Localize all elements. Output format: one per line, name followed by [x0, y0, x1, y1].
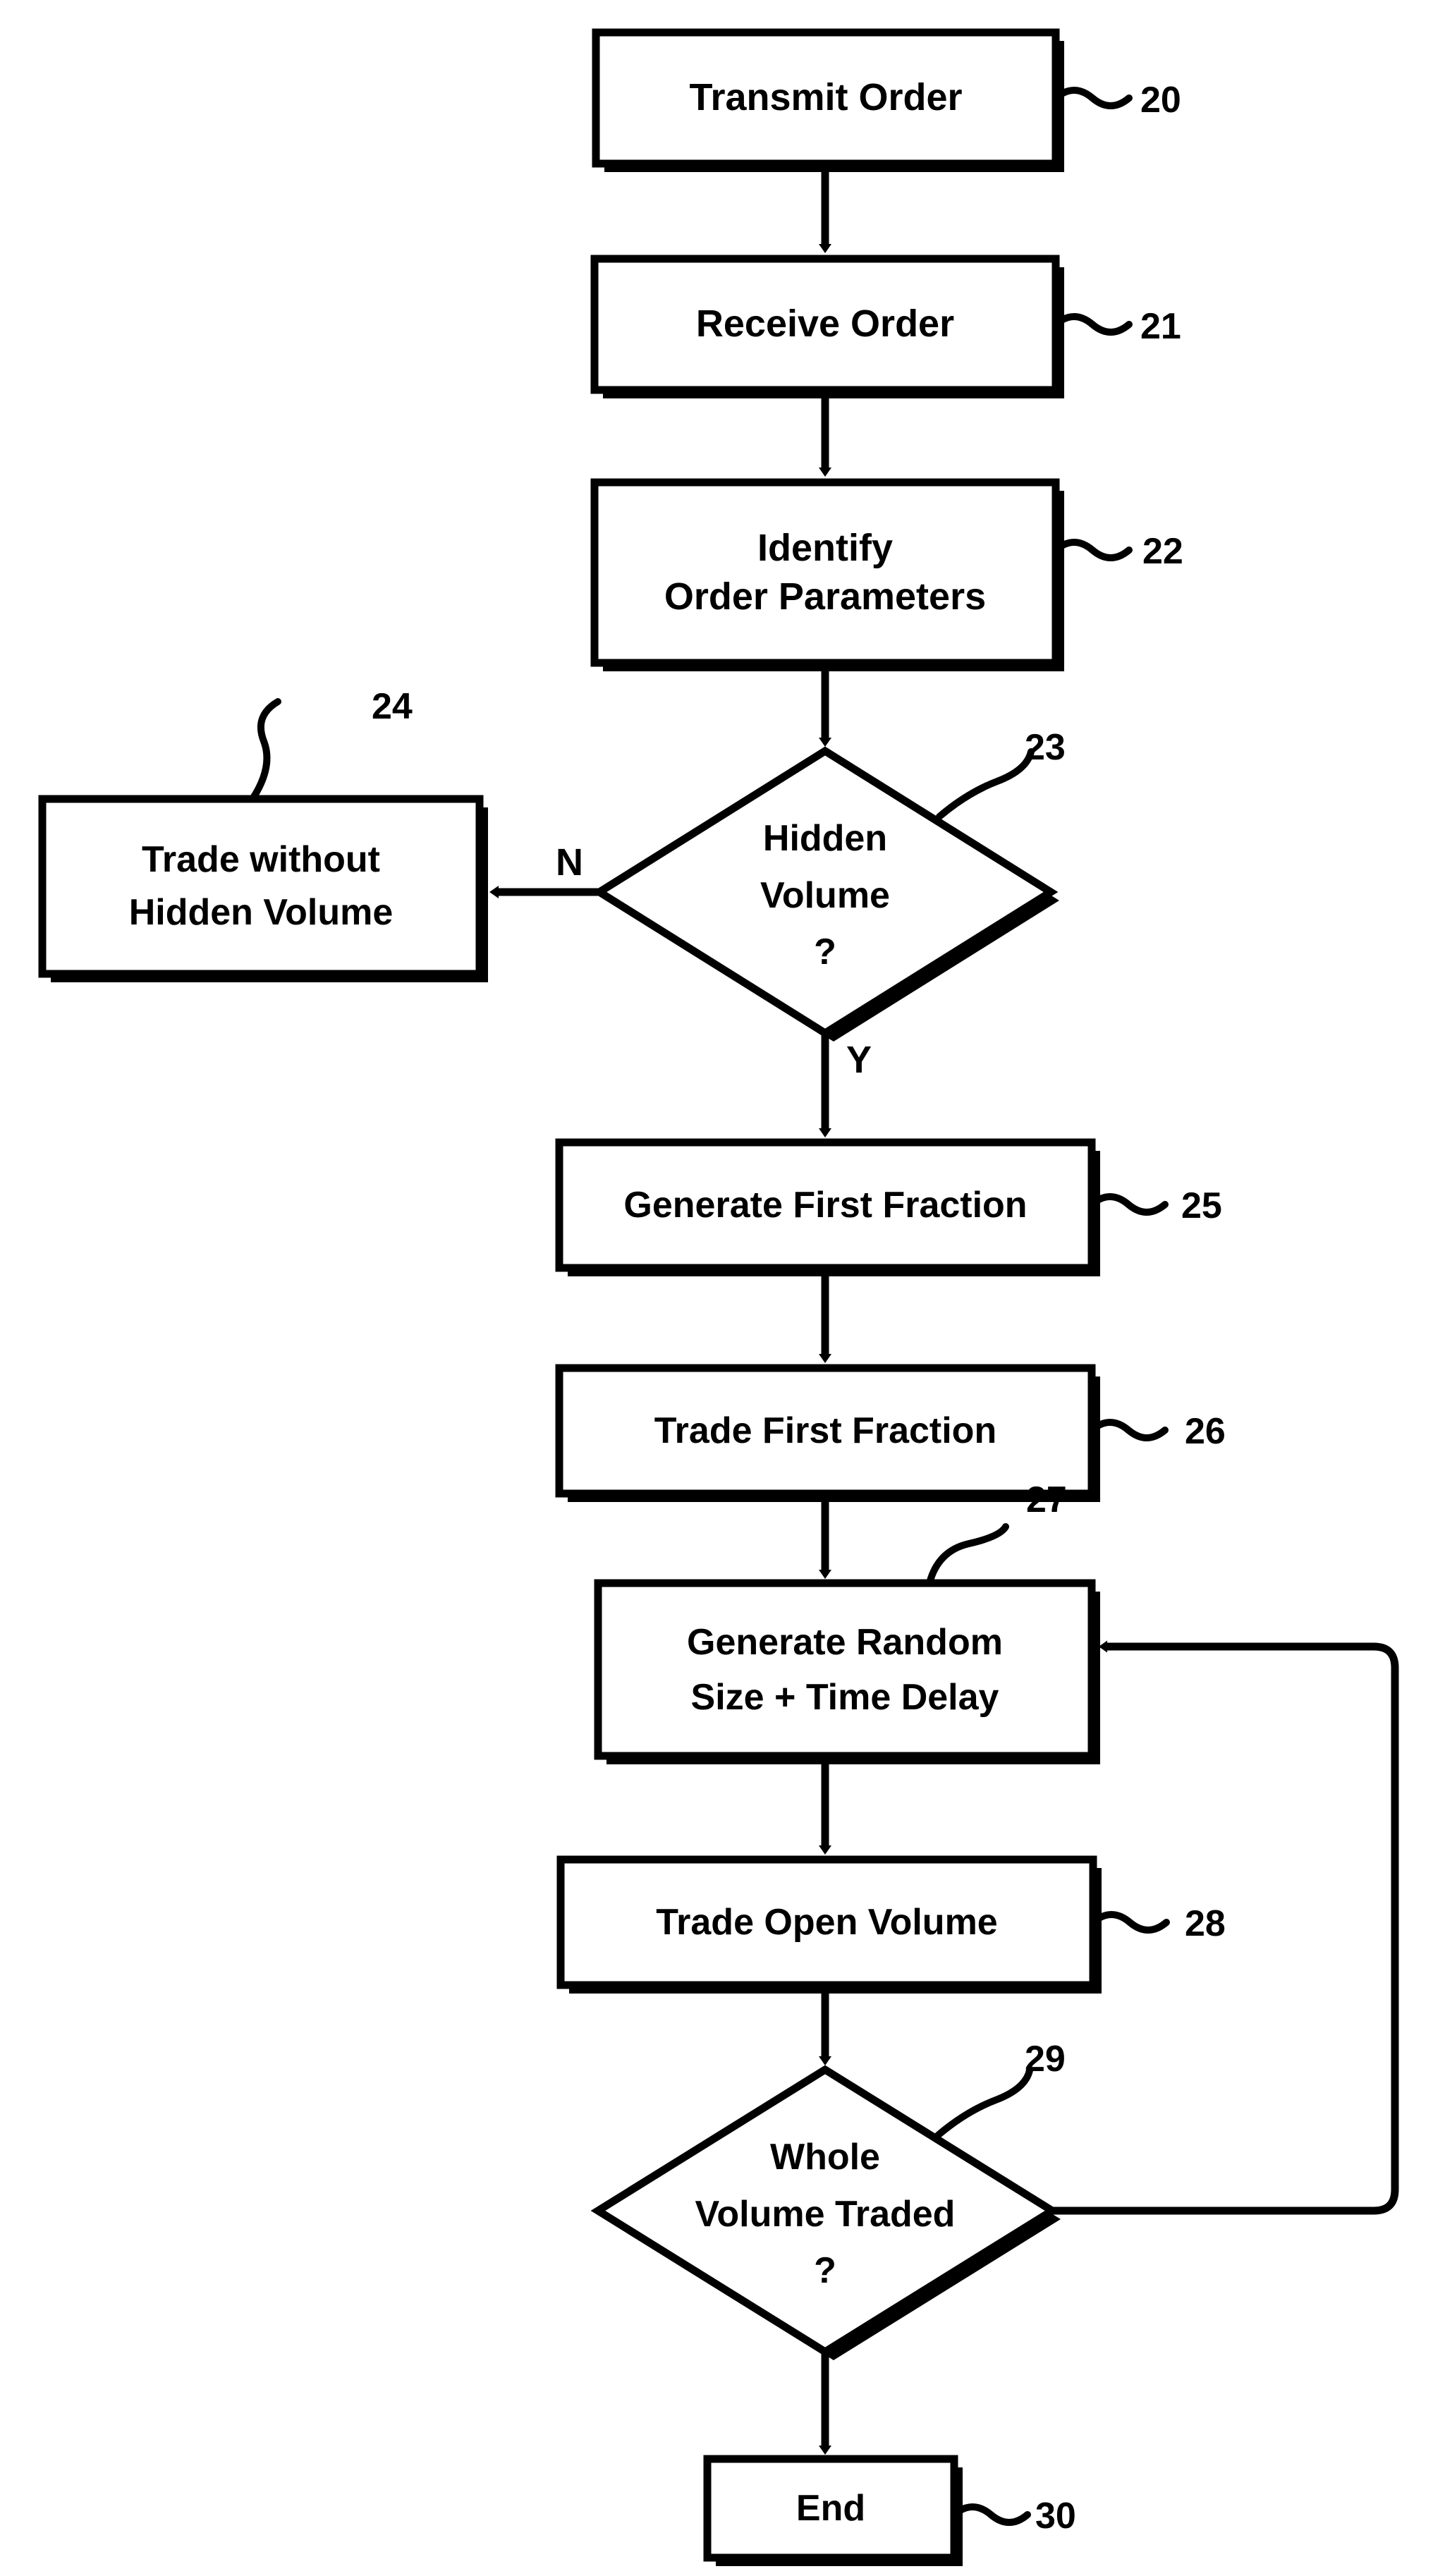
leader-24	[249, 698, 281, 802]
reference-number-30: 30	[1035, 2496, 1076, 2537]
node-whole-volume-traded-decision	[590, 2065, 1061, 2360]
node-trade-open-volume	[556, 1855, 1102, 1994]
leader-22	[1052, 539, 1133, 561]
reference-number-27: 27	[1026, 1479, 1067, 1520]
node-end	[703, 2455, 963, 2566]
leader-21	[1052, 313, 1133, 336]
node-trade-first-fraction	[555, 1364, 1100, 1502]
leader-26	[1088, 1419, 1169, 1441]
reference-number-28: 28	[1185, 1903, 1226, 1944]
reference-number-23: 23	[1025, 727, 1066, 768]
leader-30	[951, 2503, 1031, 2526]
reference-number-25: 25	[1181, 1185, 1222, 1226]
node-generate-random-size-time-delay	[594, 1579, 1100, 1764]
branch-label-yes: Y	[846, 1039, 872, 1081]
leader-25	[1088, 1193, 1169, 1216]
leader-27	[926, 1523, 1009, 1587]
leader-28	[1090, 1911, 1170, 1934]
node-transmit-order	[592, 28, 1064, 172]
reference-number-24: 24	[372, 686, 413, 727]
reference-number-22: 22	[1142, 531, 1183, 572]
leader-20	[1052, 87, 1133, 109]
reference-number-21: 21	[1140, 306, 1181, 347]
node-generate-first-fraction	[555, 1138, 1100, 1276]
node-trade-without-hidden-volume	[38, 795, 488, 982]
flowchart-figure: Transmit Order Receive Order Identify Or…	[0, 0, 1445, 2576]
leader-23	[936, 748, 1035, 820]
reference-number-29: 29	[1025, 2039, 1066, 2080]
node-hidden-volume-decision	[592, 746, 1059, 1042]
node-receive-order	[590, 255, 1064, 398]
reference-number-26: 26	[1185, 1411, 1226, 1452]
reference-number-20: 20	[1140, 80, 1181, 121]
branch-label-no: N	[556, 841, 583, 884]
node-identify-order-parameters	[590, 478, 1064, 671]
leader-29	[934, 2067, 1033, 2139]
flowchart-canvas	[38, 28, 1399, 2566]
